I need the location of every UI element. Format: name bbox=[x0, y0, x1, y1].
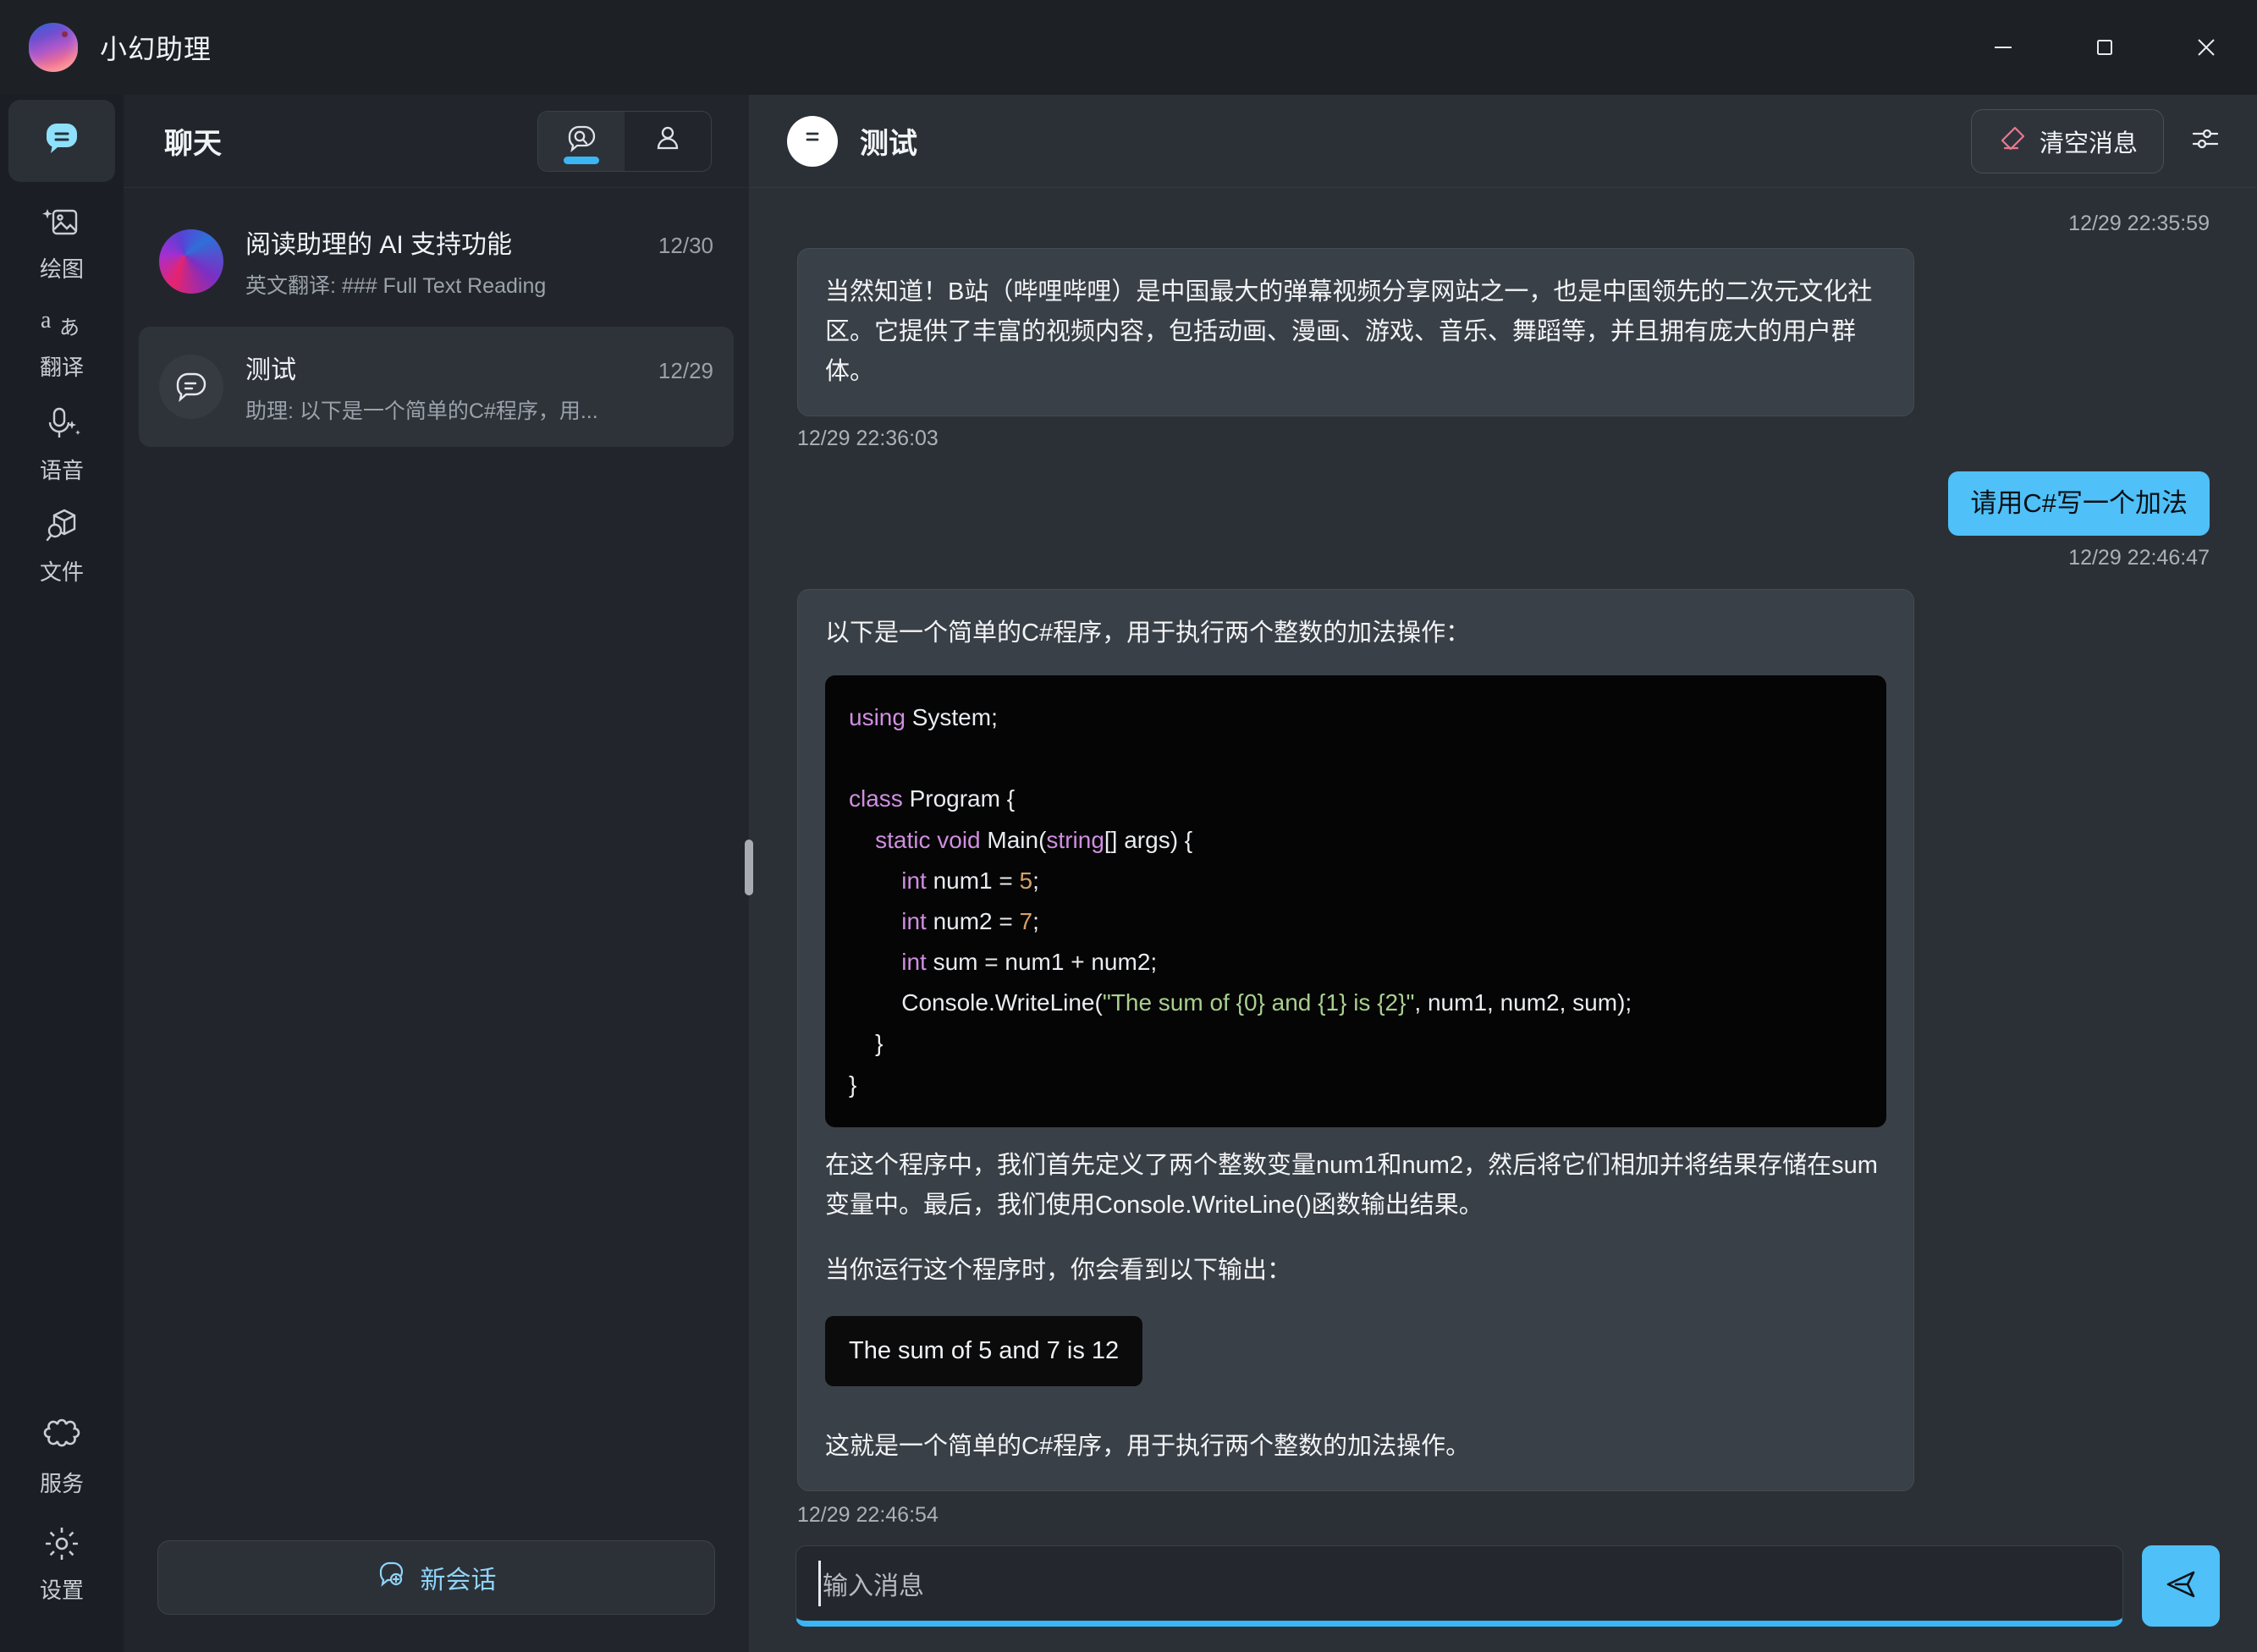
conversation-list-pane: 聊天 阅读助理的 AI 支持功能 12/30 英文翻译: ### Full Te… bbox=[124, 95, 753, 1652]
app-logo-icon bbox=[29, 23, 78, 72]
page-title: 测试 bbox=[860, 128, 917, 160]
message-row-user: 请用C#写一个加法 bbox=[797, 471, 2210, 537]
assistant-paragraph-3: 这就是一个简单的C#程序，用于执行两个整数的加法操作。 bbox=[825, 1432, 1471, 1460]
sliders-icon bbox=[2189, 123, 2221, 159]
list-item[interactable]: 测试 12/29 助理: 以下是一个简单的C#程序，用... bbox=[139, 327, 734, 447]
list-item-preview: 助理: 以下是一个简单的C#程序，用... bbox=[245, 399, 598, 423]
send-button[interactable] bbox=[2142, 1545, 2220, 1627]
list-item[interactable]: 阅读助理的 AI 支持功能 12/30 英文翻译: ### Full Text … bbox=[139, 201, 734, 322]
assistant-message-bubble: 当然知道！B站（哔哩哔哩）是中国最大的弹幕视频分享网站之一，也是中国领先的二次元… bbox=[797, 248, 1914, 416]
sidebar-item-voice-label: 语音 bbox=[39, 458, 84, 483]
sidebar-item-services-label: 服务 bbox=[39, 1471, 84, 1496]
maximize-icon[interactable] bbox=[2054, 0, 2155, 95]
title-bar: 小幻助理 bbox=[0, 0, 2257, 95]
gear-icon bbox=[41, 1523, 82, 1568]
svg-text:あ: あ bbox=[59, 317, 80, 339]
sidebar-item-settings-label: 设置 bbox=[39, 1578, 84, 1603]
message-timestamp: 12/29 22:46:54 bbox=[797, 1502, 939, 1527]
sidebar-item-services[interactable]: 服务 bbox=[8, 1417, 115, 1498]
list-item-date: 12/29 bbox=[658, 358, 713, 383]
avatar bbox=[159, 229, 223, 294]
message-list[interactable]: 12/29 22:35:59 当然知道！B站（哔哩哔哩）是中国最大的弹幕视频分享… bbox=[750, 188, 2257, 1530]
list-item-date: 12/30 bbox=[658, 233, 713, 258]
sidebar-item-draw[interactable]: 绘图 bbox=[8, 201, 115, 284]
message-timestamp: 12/29 22:36:03 bbox=[797, 426, 939, 450]
message-timestamp: 12/29 22:35:59 bbox=[2068, 212, 2210, 235]
chat-main-pane: 测试 清空消息 12/29 22:35:59 当然知道！B站（哔哩哔哩）是中国最… bbox=[750, 95, 2257, 1652]
list-item-top-row: 测试 12/29 bbox=[245, 349, 713, 386]
list-mode-toggle bbox=[537, 110, 712, 172]
avatar bbox=[159, 355, 223, 419]
app-body: 绘图 a あ 翻译 语音 文件 服务 设置 聊天 阅读助理的 AI 支持功能 1… bbox=[0, 95, 2257, 1652]
message-row-assistant: 当然知道！B站（哔哩哔哩）是中国最大的弹幕视频分享网站之一，也是中国领先的二次元… bbox=[797, 248, 2210, 416]
sidebar-item-files[interactable]: 文件 bbox=[8, 504, 115, 586]
pane-resize-handle[interactable] bbox=[745, 840, 753, 895]
conversation-list: 阅读助理的 AI 支持功能 12/30 英文翻译: ### Full Text … bbox=[124, 188, 749, 1540]
message-input[interactable]: 输入消息 bbox=[795, 1545, 2123, 1627]
person-icon bbox=[652, 124, 683, 158]
microphone-sparkle-icon bbox=[41, 402, 83, 449]
list-item-text: 测试 12/29 助理: 以下是一个简单的C#程序，用... bbox=[245, 349, 713, 425]
chat-header: 测试 清空消息 bbox=[750, 95, 2257, 188]
chat-search-icon bbox=[565, 123, 597, 159]
send-arrow-icon bbox=[2162, 1566, 2199, 1607]
assistant-intro-text: 以下是一个简单的C#程序，用于执行两个整数的加法操作： bbox=[825, 620, 1471, 647]
new-conversation-label: 新会话 bbox=[420, 1567, 497, 1594]
chat-bubble-icon bbox=[795, 122, 829, 160]
code-block[interactable]: using System; class Program { static voi… bbox=[825, 675, 1886, 1127]
new-conversation-button[interactable]: 新会话 bbox=[157, 1540, 715, 1615]
svg-text:a: a bbox=[41, 307, 52, 333]
chat-settings-button[interactable] bbox=[2189, 123, 2221, 159]
conversation-list-footer: 新会话 bbox=[124, 1540, 749, 1652]
puzzle-icon bbox=[41, 1417, 82, 1462]
sidebar-item-settings[interactable]: 设置 bbox=[8, 1523, 115, 1605]
assistant-message-bubble: 以下是一个简单的C#程序，用于执行两个整数的加法操作： using System… bbox=[797, 589, 1914, 1491]
sidebar-item-chat[interactable] bbox=[8, 100, 115, 182]
minimize-icon[interactable] bbox=[1952, 0, 2054, 95]
clear-messages-label: 清空消息 bbox=[2039, 129, 2138, 157]
text-caret bbox=[818, 1561, 821, 1606]
tab-chats[interactable] bbox=[538, 111, 625, 171]
conversation-list-header: 聊天 bbox=[124, 95, 749, 188]
message-timestamp: 12/29 22:46:47 bbox=[2068, 546, 2210, 570]
conversation-list-title: 聊天 bbox=[164, 128, 222, 160]
sidebar-item-translate[interactable]: a あ 翻译 bbox=[8, 302, 115, 383]
image-sparkle-icon bbox=[41, 201, 83, 247]
clear-messages-button[interactable]: 清空消息 bbox=[1970, 108, 2164, 173]
chat-avatar bbox=[787, 115, 838, 167]
program-output-box: The sum of 5 and 7 is 12 bbox=[825, 1315, 1143, 1386]
box-search-icon bbox=[41, 504, 83, 550]
app-window: 小幻助理 绘图 a あ 翻译 语音 文件 服务 设置 聊天 阅读助理的 AI 支… bbox=[0, 0, 2257, 1652]
message-row-assistant: 以下是一个简单的C#程序，用于执行两个整数的加法操作： using System… bbox=[797, 589, 2210, 1491]
list-item-top-row: 阅读助理的 AI 支持功能 12/30 bbox=[245, 223, 713, 261]
sidebar-item-draw-label: 绘图 bbox=[39, 256, 84, 282]
chat-plus-icon bbox=[377, 1559, 407, 1596]
assistant-paragraph-1: 在这个程序中，我们首先定义了两个整数变量num1和num2，然后将它们相加并将结… bbox=[825, 1151, 1878, 1219]
assistant-paragraph-2: 当你运行这个程序时，你会看到以下输出： bbox=[825, 1256, 1292, 1284]
list-item-preview: 英文翻译: ### Full Text Reading bbox=[245, 274, 547, 298]
close-icon[interactable] bbox=[2155, 0, 2257, 95]
message-input-placeholder: 输入消息 bbox=[823, 1572, 924, 1600]
user-message-bubble: 请用C#写一个加法 bbox=[1948, 471, 2210, 537]
sidebar-item-translate-label: 翻译 bbox=[39, 355, 84, 380]
rail-bottom-group: 服务 设置 bbox=[8, 1417, 115, 1652]
list-item-text: 阅读助理的 AI 支持功能 12/30 英文翻译: ### Full Text … bbox=[245, 223, 713, 300]
translate-aa-icon: a あ bbox=[39, 304, 85, 345]
window-controls bbox=[1952, 0, 2257, 95]
app-title: 小幻助理 bbox=[100, 34, 212, 64]
list-item-title: 阅读助理的 AI 支持功能 bbox=[245, 231, 513, 259]
message-composer: 输入消息 bbox=[750, 1530, 2257, 1652]
list-item-title: 测试 bbox=[245, 356, 296, 384]
eraser-icon bbox=[1997, 124, 2026, 159]
sidebar-item-voice[interactable]: 语音 bbox=[8, 402, 115, 485]
sidebar-item-files-label: 文件 bbox=[39, 559, 84, 585]
tab-contacts[interactable] bbox=[625, 112, 711, 171]
left-nav-rail: 绘图 a あ 翻译 语音 文件 服务 设置 bbox=[0, 95, 124, 1652]
chat-bubble-icon bbox=[40, 117, 84, 165]
